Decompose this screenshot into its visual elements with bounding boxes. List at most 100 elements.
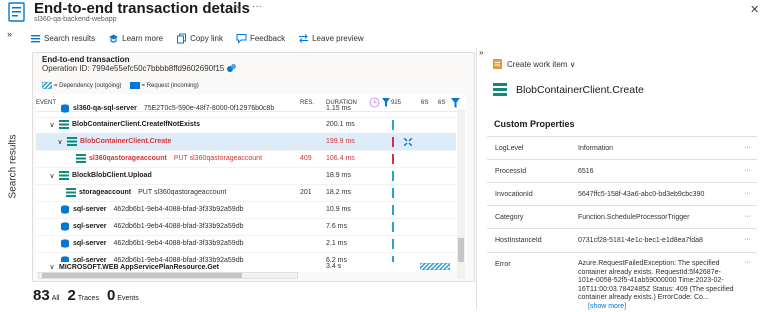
row-name: MICROSOFT.WEB AppServicePlanResource.Get <box>59 263 219 271</box>
search-results-rail[interactable]: Search results <box>6 128 20 208</box>
row-duration: 2.1 ms <box>326 240 348 247</box>
page-subtitle: sl360-qa-backend-webapp <box>34 16 117 23</box>
timeline-bar <box>392 205 394 215</box>
count-traces[interactable]: 2 Traces <box>67 287 98 304</box>
count-traces-value: 2 <box>67 287 76 304</box>
legend-dependency: = Dependency (outgoing) <box>42 82 122 89</box>
panel-divider[interactable] <box>476 48 477 309</box>
table-row[interactable]: ∨ MICROSOFT.WEB AppServicePlanResource.G… <box>36 262 456 272</box>
copy-icon <box>177 33 187 43</box>
operation-id: Operation ID: 7994e55efc50c7bbbb8ffd9602… <box>42 64 225 73</box>
row-duration: 7.6 ms <box>326 223 348 230</box>
row-duration: 18.9 ms <box>326 172 351 179</box>
row-more-icon[interactable]: ··· <box>744 259 751 266</box>
row-more-icon[interactable]: ··· <box>744 190 751 197</box>
component-icon <box>493 83 507 96</box>
count-events-value: 0 <box>106 287 116 304</box>
component-icon <box>59 120 69 129</box>
component-icon <box>67 137 77 146</box>
row-name: storageaccount <box>79 189 132 196</box>
property-value: Azure.RequestFailedException: The specif… <box>578 260 738 312</box>
collapse-details-button[interactable]: » <box>479 48 483 57</box>
count-all[interactable]: 83 All <box>33 287 59 304</box>
feedback-button[interactable]: Feedback <box>236 33 285 44</box>
expand-toggle[interactable]: ∨ <box>48 263 56 271</box>
count-events[interactable]: 0 Events <box>107 287 139 304</box>
search-results-label: Search results <box>44 33 96 43</box>
work-item-icon <box>493 59 502 69</box>
copy-link-label: Copy link <box>190 33 223 43</box>
row-duration: 106.4 ms <box>326 155 355 162</box>
row-more-icon[interactable]: ··· <box>744 213 751 220</box>
table-row[interactable]: sql-server 462db6b1-9eb4-4088-bfad-3f33b… <box>36 201 456 219</box>
dependency-swatch <box>42 82 52 89</box>
count-all-value: 83 <box>33 287 50 304</box>
vertical-scroll-thumb[interactable] <box>458 238 464 262</box>
learn-icon <box>109 34 119 43</box>
custom-properties-heading: Custom Properties <box>494 119 575 129</box>
search-results-button[interactable]: Search results <box>30 33 95 44</box>
property-row: LogLevel Information ··· <box>487 136 757 159</box>
row-name: BlobContainerClient.Create <box>80 138 172 145</box>
transaction-table: EVENT RES. DURATION 925 6S 6S sl360-qa-s… <box>36 94 466 264</box>
create-work-item-label: Create work item ∨ <box>507 59 576 69</box>
expand-rail-button[interactable]: » <box>7 29 12 39</box>
count-all-label: All <box>51 295 60 302</box>
row-more-icon[interactable]: ··· <box>744 236 751 243</box>
learn-more-button[interactable]: Learn more <box>108 33 163 44</box>
copy-operation-id-icon[interactable] <box>226 63 237 73</box>
property-key: InvocationId <box>495 191 533 198</box>
telemetry-counts: 83 All 2 Traces 0 Events <box>33 287 139 304</box>
database-icon <box>61 239 69 248</box>
row-more-icon[interactable]: ··· <box>744 144 751 151</box>
property-row: InvocationId 5647ffc5-158f-43a6-abc0-bd3… <box>487 182 757 205</box>
expand-toggle[interactable]: ∨ <box>48 172 56 180</box>
row-duration: 199.9 ms <box>326 138 355 145</box>
row-duration: 200.1 ms <box>326 121 355 128</box>
expand-toggle[interactable]: ∨ <box>56 138 64 146</box>
property-key: HostInstanceId <box>495 237 542 244</box>
table-row-selected[interactable]: ∨ BlobContainerClient.Create 199.9 ms <box>36 133 456 151</box>
row-name: sql-server <box>73 206 107 213</box>
row-duration: 1.15 ms <box>326 105 351 112</box>
row-more-icon[interactable]: ··· <box>744 167 751 174</box>
row-duration: 3.4 s <box>326 263 342 270</box>
table-row[interactable]: sql-server 462db6b1-9eb4-4088-bfad-3f33b… <box>36 235 456 253</box>
component-icon <box>59 171 69 180</box>
row-name: sql-server <box>73 240 107 247</box>
timeline-bar <box>392 120 394 130</box>
count-events-label: Events <box>117 295 139 302</box>
row-detail: PUT sl360qastorageaccount <box>173 155 263 162</box>
timeline-bar <box>392 239 394 249</box>
expand-all-icon[interactable] <box>404 138 412 146</box>
row-name: BlobContainerClient.CreateIfNotExists <box>72 121 200 128</box>
leave-preview-button[interactable]: Leave preview <box>298 33 364 44</box>
legend-request: = Request (incoming) <box>129 82 199 89</box>
toolbar: Search results Learn more Copy link Feed… <box>30 30 364 46</box>
swap-icon <box>299 33 309 43</box>
table-row[interactable]: storageaccount PUT sl360qastorageaccount… <box>36 184 456 202</box>
show-more-link[interactable]: [show more] <box>588 303 738 312</box>
expand-toggle[interactable]: ∨ <box>48 121 56 129</box>
close-icon[interactable]: ✕ <box>750 3 759 16</box>
horizontal-scroll-thumb[interactable] <box>42 273 242 278</box>
copy-link-button[interactable]: Copy link <box>176 33 223 44</box>
pin-icon[interactable]: ✩ <box>232 3 241 16</box>
property-value: 6516 <box>578 168 594 175</box>
property-key: Error <box>495 261 511 268</box>
property-key: LogLevel <box>495 145 524 152</box>
row-detail: 462db6b1-9eb4-4088-bfad-3f33b92a59db <box>113 240 244 247</box>
create-work-item-button[interactable]: Create work item ∨ <box>493 59 576 69</box>
table-row[interactable]: sql-server 462db6b1-9eb4-4088-bfad-3f33b… <box>36 218 456 236</box>
table-row[interactable]: ∨ BlockBlobClient.Upload 18.9 ms <box>36 167 456 185</box>
table-row[interactable]: sl360qastorageaccount PUT sl360qastorage… <box>36 150 456 168</box>
legend-request-label: = Request (incoming) <box>141 82 199 89</box>
table-row[interactable]: ∨ BlobContainerClient.CreateIfNotExists … <box>36 116 456 134</box>
row-detail: 75E2T0c5-590e-48f7-8000-0f12976b0c8b <box>143 105 275 112</box>
rail-label: Search results <box>7 134 19 199</box>
more-options-icon[interactable]: ··· <box>252 1 262 12</box>
row-detail: PUT sl360qastorageaccount <box>138 189 227 196</box>
property-value: 0731cf28-5181-4e1c-bec1-e1d8ea7fda8 <box>578 237 703 244</box>
property-row: HostInstanceId 0731cf28-5181-4e1c-bec1-e… <box>487 228 757 252</box>
row-result: 201 <box>300 189 312 196</box>
